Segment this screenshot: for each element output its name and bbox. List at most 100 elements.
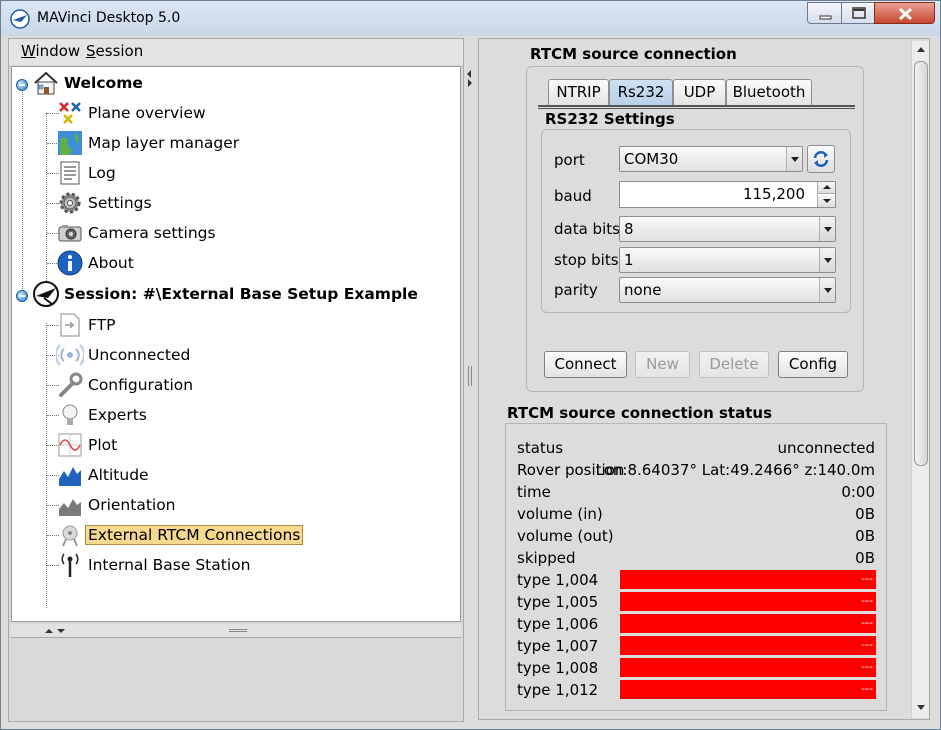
new-button[interactable]: New: [635, 351, 690, 378]
log-document-icon: [60, 161, 80, 185]
menu-session-label: Session: [86, 42, 144, 60]
connect-button[interactable]: Connect: [544, 351, 627, 378]
navigation-pane: Window Session Welcome Plane overview Ma…: [8, 38, 464, 722]
horizontal-splitter[interactable]: [11, 624, 461, 638]
type-1004-label: type 1,004: [517, 571, 599, 589]
type-1006-status-bar: ---: [620, 614, 876, 633]
collapse-arrows-icon: [45, 629, 65, 633]
menu-window[interactable]: Window: [21, 42, 80, 60]
tree-item-altitude[interactable]: Altitude: [56, 460, 149, 490]
type-1005-value: ---: [861, 594, 873, 607]
tab-ntrip[interactable]: NTRIP: [548, 79, 609, 105]
altitude-chart-icon: [59, 467, 81, 486]
title-bar[interactable]: MAVinci Desktop 5.0: [0, 0, 941, 36]
volume-out-value: 0B: [855, 527, 875, 545]
splitter-grip: [229, 629, 247, 632]
tree-item-session[interactable]: Session: #\External Base Setup Example: [32, 279, 418, 309]
stop-bits-value: 1: [624, 251, 634, 269]
wireless-icon: [56, 344, 84, 366]
house-icon: [34, 71, 58, 95]
tab-label: Rs232: [617, 83, 665, 101]
tree-item-label: Camera settings: [88, 224, 216, 242]
vertical-scrollbar[interactable]: [911, 41, 929, 718]
tree-item-welcome-label: Welcome: [64, 74, 143, 92]
tree-item-map-layer-manager[interactable]: Map layer manager: [56, 128, 239, 158]
stop-bits-label: stop bits: [554, 251, 619, 269]
tree-item-session-label: Session: #\External Base Setup Example: [64, 285, 418, 303]
antenna-icon: [61, 553, 79, 577]
tree-item-plane-overview[interactable]: Plane overview: [56, 98, 206, 128]
tab-bluetooth[interactable]: Bluetooth: [726, 79, 812, 105]
spinner-up-icon[interactable]: [817, 182, 835, 194]
baud-label: baud: [554, 187, 592, 205]
config-button[interactable]: Config: [778, 351, 848, 378]
tree-item-experts[interactable]: Experts: [56, 400, 147, 430]
tree-item-label: Configuration: [88, 376, 194, 394]
type-1005-label: type 1,005: [517, 593, 599, 611]
minimize-button[interactable]: [807, 2, 842, 24]
tree-item-label: External RTCM Connections: [85, 525, 304, 545]
tree-item-external-rtcm-connections[interactable]: External RTCM Connections: [56, 520, 304, 550]
type-1007-value: ---: [861, 638, 873, 651]
expand-toggle-welcome[interactable]: [16, 79, 28, 91]
port-label: port: [554, 151, 585, 169]
close-button[interactable]: [874, 2, 935, 24]
status-row-value: unconnected: [777, 439, 875, 457]
maximize-button[interactable]: [841, 2, 875, 24]
delete-button[interactable]: Delete: [699, 351, 769, 378]
type-1007-label: type 1,007: [517, 637, 599, 655]
tree-item-label: Experts: [88, 406, 147, 424]
tree-connector: [22, 85, 23, 297]
menu-bar: Window Session: [9, 39, 463, 65]
tree-item-internal-base-station[interactable]: Internal Base Station: [56, 550, 250, 580]
data-bits-value: 8: [624, 220, 634, 238]
scroll-down-icon[interactable]: [912, 699, 930, 716]
scroll-up-icon[interactable]: [912, 41, 930, 58]
tree-item-label: About: [88, 254, 134, 272]
tree-item-configuration[interactable]: Configuration: [56, 370, 193, 400]
tree-item-label: Map layer manager: [88, 134, 240, 152]
tree-item-plot[interactable]: Plot: [56, 430, 117, 460]
rs232-settings-title: RS232 Settings: [545, 110, 675, 128]
tree-item-camera-settings[interactable]: Camera settings: [56, 218, 216, 248]
parity-select[interactable]: none: [619, 277, 836, 303]
type-1007-status-bar: ---: [620, 636, 876, 655]
pane-splitter-arrows-icon[interactable]: [465, 68, 475, 88]
tree-item-about[interactable]: About: [56, 248, 134, 278]
stop-bits-select[interactable]: 1: [619, 247, 836, 273]
data-bits-select[interactable]: 8: [619, 216, 836, 242]
gear-icon: [59, 192, 81, 214]
lightbulb-icon: [62, 404, 78, 425]
type-1005-status-bar: ---: [620, 592, 876, 611]
tab-udp[interactable]: UDP: [673, 79, 726, 105]
tree-item-log[interactable]: Log: [56, 158, 116, 188]
time-label: time: [517, 483, 551, 501]
menu-session[interactable]: Session: [86, 42, 143, 60]
plane-overview-icon: [59, 102, 81, 124]
baud-spinner[interactable]: 115,200: [619, 181, 836, 208]
tree-item-label: Settings: [88, 194, 152, 212]
tree-item-settings[interactable]: Settings: [56, 188, 152, 218]
status-section-title: RTCM source connection status: [507, 404, 772, 422]
refresh-ports-button[interactable]: [807, 145, 835, 173]
port-select[interactable]: COM30: [619, 146, 803, 172]
tree-connector: [46, 113, 47, 295]
spinner-down-icon[interactable]: [817, 195, 835, 207]
rtcm-section-title: RTCM source connection: [530, 45, 737, 63]
navigation-tree[interactable]: Welcome Plane overview Map layer manager: [11, 66, 461, 622]
type-1004-value: ---: [861, 572, 873, 585]
tab-strip-underline: [538, 105, 855, 109]
scrollbar-thumb[interactable]: [914, 61, 928, 466]
close-icon: [898, 7, 913, 21]
tree-item-unconnected[interactable]: Unconnected: [56, 340, 190, 370]
tree-item-welcome[interactable]: Welcome: [32, 68, 143, 98]
type-1008-status-bar: ---: [620, 658, 876, 677]
baud-value: 115,200: [742, 185, 805, 203]
tab-rs232[interactable]: Rs232: [609, 79, 673, 105]
rover-position-value: Lon:8.64037° Lat:49.2466° z:140.0m: [595, 461, 875, 479]
tree-item-orientation[interactable]: Orientation: [56, 490, 176, 520]
tree-item-label: Plane overview: [88, 104, 206, 122]
expand-toggle-session[interactable]: [16, 290, 28, 302]
tree-item-ftp[interactable]: FTP: [56, 310, 115, 340]
vertical-splitter-grip[interactable]: [468, 366, 472, 386]
